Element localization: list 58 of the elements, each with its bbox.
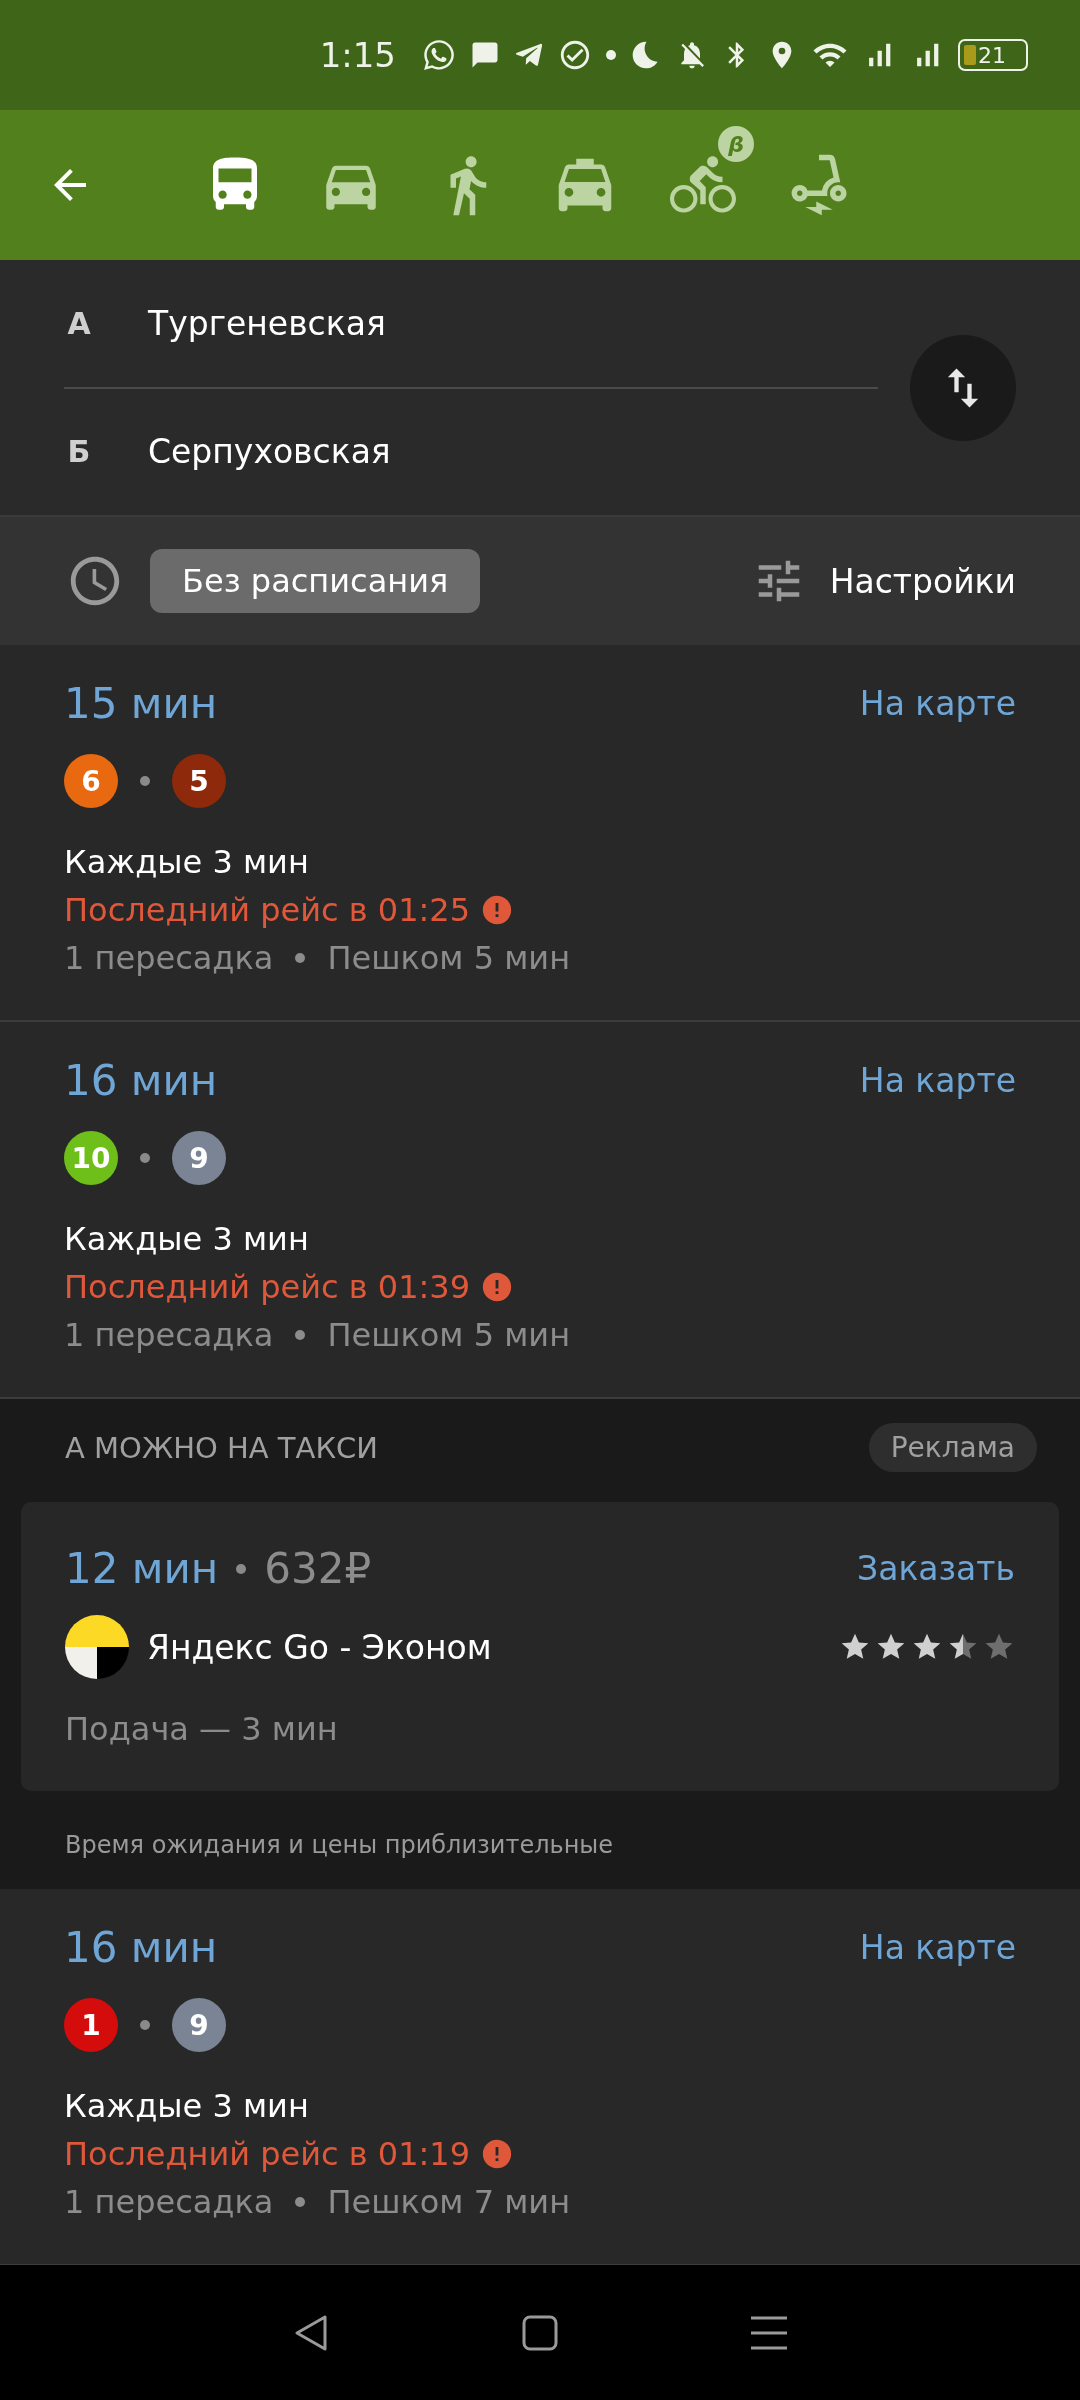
line-badge: 10 bbox=[64, 1131, 118, 1185]
warning-icon bbox=[480, 893, 514, 927]
last-trip-text: Последний рейс в 01:39 bbox=[64, 1267, 470, 1308]
line-badge: 6 bbox=[64, 754, 118, 808]
transfers-text: 1 пересадка bbox=[64, 1315, 274, 1356]
warning-icon bbox=[480, 2137, 514, 2171]
frequency-text: Каждые 3 мин bbox=[64, 842, 310, 883]
line-badge: 9 bbox=[172, 1998, 226, 2052]
separator-dot bbox=[140, 2020, 150, 2030]
chat-icon bbox=[470, 40, 500, 70]
warning-icon bbox=[480, 1270, 514, 1304]
ad-label: Реклама bbox=[868, 1423, 1037, 1472]
line-badge: 5 bbox=[172, 754, 226, 808]
settings-button[interactable]: Настройки bbox=[751, 554, 1016, 608]
whatsapp-icon bbox=[422, 38, 456, 72]
taxi-duration: 12 мин bbox=[65, 1544, 219, 1593]
route-duration: 15 мин bbox=[64, 679, 218, 728]
separator-dot bbox=[295, 1330, 306, 1340]
on-map-link[interactable]: На карте bbox=[859, 684, 1016, 723]
on-map-link[interactable]: На карте bbox=[859, 1928, 1016, 1967]
origin-marker: А bbox=[66, 306, 92, 341]
section-title: А МОЖНО НА ТАКСИ bbox=[65, 1430, 378, 1465]
order-link[interactable]: Заказать bbox=[857, 1549, 1015, 1588]
separator-dot bbox=[140, 776, 150, 786]
transfers-text: 1 пересадка bbox=[64, 938, 274, 979]
schedule-chip[interactable]: Без расписания bbox=[150, 549, 481, 613]
last-trip-text: Последний рейс в 01:19 bbox=[64, 2134, 470, 2175]
line-badge: 9 bbox=[172, 1131, 226, 1185]
clock: 1:15 bbox=[319, 35, 396, 75]
walk-time-text: Пешком 7 мин bbox=[327, 2182, 571, 2223]
walk-time-text: Пешком 5 мин bbox=[327, 1315, 571, 1356]
menu-nav-button[interactable] bbox=[749, 2314, 789, 2351]
destination-marker: Б bbox=[66, 434, 92, 469]
separator-dot bbox=[140, 1153, 150, 1163]
separator-dot bbox=[295, 2197, 306, 2207]
route-duration: 16 мин bbox=[64, 1056, 218, 1105]
transfers-text: 1 пересадка bbox=[64, 2182, 274, 2223]
separator-dot bbox=[236, 1563, 247, 1574]
frequency-text: Каждые 3 мин bbox=[64, 2086, 310, 2127]
line-badge: 1 bbox=[64, 1998, 118, 2052]
battery-indicator: 21 bbox=[958, 39, 1028, 71]
destination-field[interactable]: Серпуховская bbox=[148, 432, 391, 471]
beta-badge: β bbox=[718, 126, 754, 162]
walk-time-text: Пешком 5 мин bbox=[327, 938, 571, 979]
frequency-text: Каждые 3 мин bbox=[64, 1219, 310, 1260]
taxi-card[interactable]: 12 мин 632₽ Заказать Яндекс Go - Эконом Подача — 3 мин bbox=[21, 1502, 1059, 1791]
provider-name: Яндекс Go - Эконом bbox=[147, 1627, 492, 1667]
pickup-time-text: Подача — 3 мин bbox=[65, 1709, 339, 1750]
notification-dot bbox=[606, 50, 616, 60]
on-map-link[interactable]: На карте bbox=[859, 1061, 1016, 1100]
route-duration: 16 мин bbox=[64, 1923, 218, 1972]
home-nav-button[interactable] bbox=[521, 2313, 559, 2352]
separator-dot bbox=[295, 953, 306, 963]
taxi-logo-icon bbox=[65, 1615, 129, 1679]
disclaimer-text: Время ожидания и цены приблизительные bbox=[65, 1831, 615, 1859]
origin-field[interactable]: Тургеневская bbox=[148, 304, 386, 343]
last-trip-text: Последний рейс в 01:25 bbox=[64, 890, 470, 931]
taxi-price: 632₽ bbox=[264, 1544, 372, 1593]
